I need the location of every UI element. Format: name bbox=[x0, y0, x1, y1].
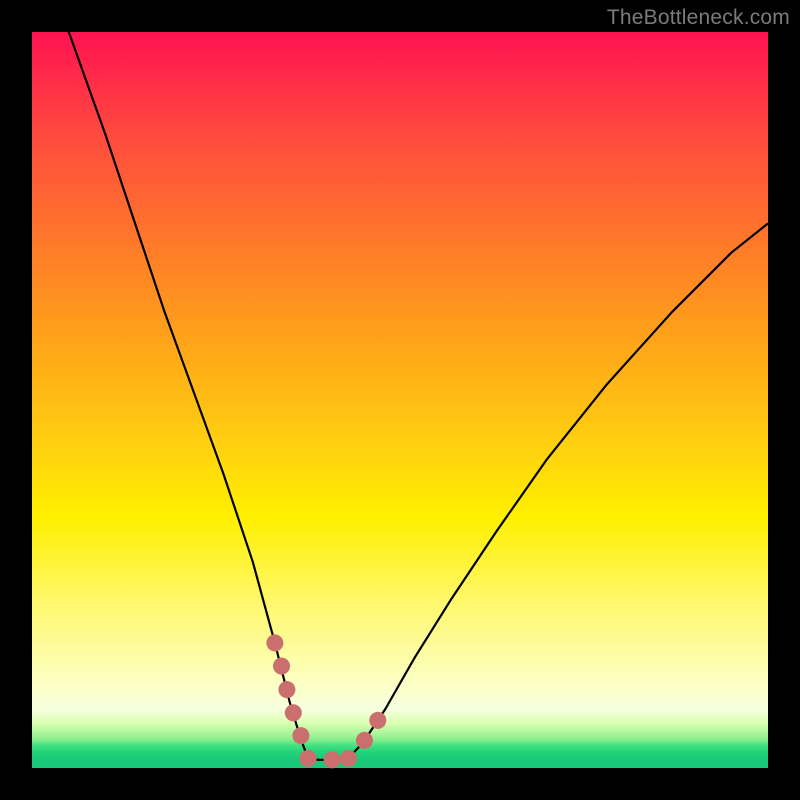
series-right-branch bbox=[348, 223, 768, 758]
chart-frame: TheBottleneck.com bbox=[0, 0, 800, 800]
series-marker-right-ascent bbox=[348, 720, 377, 758]
series-marker-left-descent bbox=[275, 643, 308, 759]
watermark-text: TheBottleneck.com bbox=[607, 6, 790, 30]
chart-curves bbox=[32, 32, 768, 768]
